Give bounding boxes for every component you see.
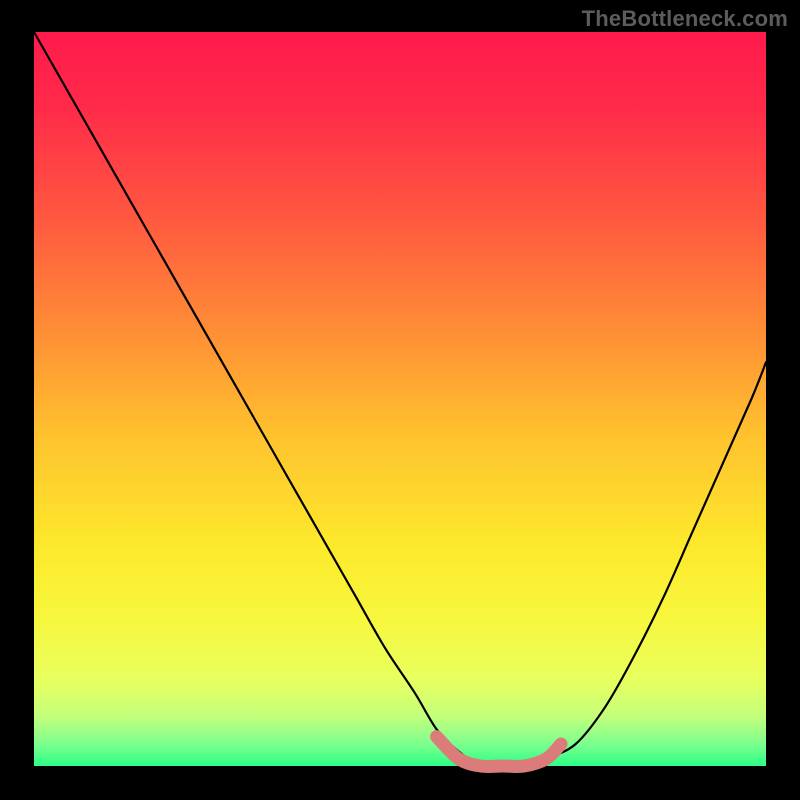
bottleneck-chart [0,0,800,800]
chart-stage: TheBottleneck.com [0,0,800,800]
plot-background [34,32,766,766]
optimal-range-end-dot [555,738,567,750]
watermark-text: TheBottleneck.com [582,6,788,32]
